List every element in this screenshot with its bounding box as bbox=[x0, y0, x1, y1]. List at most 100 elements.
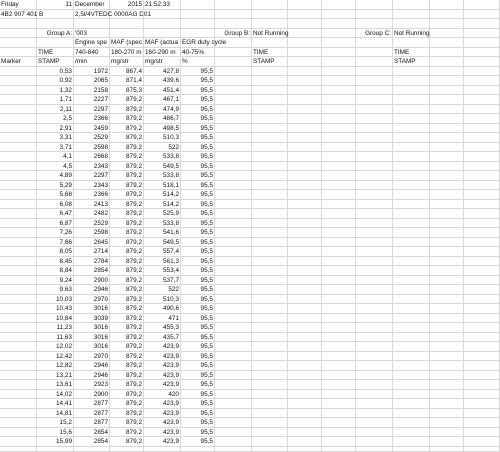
cell[interactable] bbox=[288, 266, 322, 276]
cell-timestamp[interactable]: 6,47 bbox=[37, 209, 74, 219]
cell-timestamp[interactable]: 4,5 bbox=[37, 161, 74, 171]
cell[interactable] bbox=[430, 104, 464, 114]
cell[interactable] bbox=[0, 209, 37, 219]
cell-egr-duty[interactable]: 95,5 bbox=[181, 370, 215, 380]
cell[interactable] bbox=[110, 28, 144, 38]
cell[interactable] bbox=[430, 76, 464, 86]
cell-engine-speed[interactable]: 2297 bbox=[74, 171, 110, 181]
cell[interactable] bbox=[288, 361, 322, 371]
cell[interactable] bbox=[430, 427, 464, 437]
cell-engine-speed[interactable]: 3016 bbox=[74, 332, 110, 342]
cell[interactable] bbox=[215, 19, 252, 29]
cell-timestamp[interactable]: 9,24 bbox=[37, 275, 74, 285]
cell[interactable] bbox=[356, 152, 393, 162]
cell-maf-specified[interactable]: 879,2 bbox=[110, 304, 144, 314]
cell[interactable] bbox=[464, 218, 500, 228]
cell[interactable] bbox=[288, 342, 322, 352]
cell[interactable] bbox=[430, 114, 464, 124]
cell[interactable] bbox=[464, 28, 500, 38]
cell-egr-duty[interactable]: 95,5 bbox=[181, 76, 215, 86]
cell[interactable] bbox=[322, 114, 356, 124]
cell-maf-actual[interactable]: 423,9 bbox=[144, 427, 181, 437]
cell[interactable] bbox=[393, 275, 430, 285]
cell[interactable] bbox=[356, 313, 393, 323]
cell[interactable] bbox=[356, 275, 393, 285]
cell-maf-actual[interactable]: 423,9 bbox=[144, 342, 181, 352]
cell[interactable] bbox=[322, 95, 356, 105]
cell[interactable] bbox=[252, 161, 288, 171]
cell-timestamp[interactable]: 7,26 bbox=[37, 228, 74, 238]
cell-maf-actual[interactable]: 455,3 bbox=[144, 323, 181, 333]
cell[interactable] bbox=[430, 85, 464, 95]
cell[interactable] bbox=[215, 209, 252, 219]
cell[interactable] bbox=[215, 408, 252, 418]
cell[interactable] bbox=[0, 408, 37, 418]
cell[interactable] bbox=[215, 256, 252, 266]
cell-day-number[interactable]: 11 bbox=[37, 0, 74, 10]
cell[interactable] bbox=[356, 190, 393, 200]
cell-egr-duty[interactable]: 95,5 bbox=[181, 66, 215, 76]
cell-timestamp[interactable]: 8,45 bbox=[37, 256, 74, 266]
cell[interactable] bbox=[0, 445, 37, 452]
cell-maf-actual-range[interactable]: 160-290 m bbox=[144, 47, 181, 57]
cell[interactable] bbox=[464, 152, 500, 162]
cell[interactable] bbox=[252, 351, 288, 361]
cell-maf-specified[interactable]: 879,2 bbox=[110, 342, 144, 352]
cell[interactable] bbox=[252, 95, 288, 105]
cell-maf-spec-unit[interactable]: mg/str bbox=[110, 57, 144, 67]
cell-timestamp[interactable]: 0,92 bbox=[37, 76, 74, 86]
cell[interactable] bbox=[464, 133, 500, 143]
cell[interactable] bbox=[322, 161, 356, 171]
cell[interactable] bbox=[430, 9, 464, 19]
cell[interactable] bbox=[288, 313, 322, 323]
cell-timestamp[interactable]: 2,11 bbox=[37, 104, 74, 114]
cell[interactable] bbox=[464, 171, 500, 181]
cell[interactable] bbox=[288, 408, 322, 418]
cell[interactable] bbox=[252, 323, 288, 333]
cell[interactable] bbox=[215, 9, 252, 19]
cell[interactable] bbox=[322, 171, 356, 181]
cell-maf-specified[interactable]: 879,2 bbox=[110, 266, 144, 276]
cell[interactable] bbox=[356, 445, 393, 452]
cell[interactable] bbox=[322, 104, 356, 114]
cell-group-b-label[interactable]: Group B: bbox=[215, 28, 252, 38]
cell-timestamp[interactable]: 11,23 bbox=[37, 323, 74, 333]
cell[interactable] bbox=[322, 9, 356, 19]
cell[interactable] bbox=[0, 199, 37, 209]
cell[interactable] bbox=[393, 171, 430, 181]
cell[interactable] bbox=[464, 66, 500, 76]
cell[interactable] bbox=[356, 256, 393, 266]
cell[interactable] bbox=[464, 285, 500, 295]
cell[interactable] bbox=[356, 133, 393, 143]
cell-maf-specified[interactable]: 879,2 bbox=[110, 237, 144, 247]
cell[interactable] bbox=[356, 47, 393, 57]
cell-maf-actual[interactable]: 423,9 bbox=[144, 408, 181, 418]
cell-group-c-stamp-label[interactable]: STAMP bbox=[393, 57, 430, 67]
cell[interactable] bbox=[356, 218, 393, 228]
cell[interactable] bbox=[288, 209, 322, 219]
cell[interactable] bbox=[0, 275, 37, 285]
cell-egr-duty[interactable]: 95,5 bbox=[181, 408, 215, 418]
cell[interactable] bbox=[252, 142, 288, 152]
cell-timestamp[interactable]: 0,53 bbox=[37, 66, 74, 76]
cell-maf-specified[interactable]: 879,2 bbox=[110, 351, 144, 361]
cell[interactable] bbox=[464, 161, 500, 171]
cell[interactable] bbox=[252, 190, 288, 200]
cell-time-label[interactable]: TIME bbox=[37, 47, 74, 57]
cell-maf-specified[interactable]: 879,2 bbox=[110, 161, 144, 171]
cell[interactable] bbox=[393, 85, 430, 95]
cell[interactable] bbox=[74, 19, 110, 29]
cell-engine-speed[interactable]: 2598 bbox=[74, 228, 110, 238]
cell-timestamp[interactable]: 13,21 bbox=[37, 370, 74, 380]
cell[interactable] bbox=[393, 256, 430, 266]
cell[interactable] bbox=[430, 361, 464, 371]
cell[interactable] bbox=[393, 342, 430, 352]
cell[interactable] bbox=[215, 285, 252, 295]
cell[interactable] bbox=[252, 247, 288, 257]
cell[interactable] bbox=[252, 180, 288, 190]
cell[interactable] bbox=[252, 380, 288, 390]
cell[interactable] bbox=[215, 218, 252, 228]
cell[interactable] bbox=[464, 9, 500, 19]
cell-egr-duty[interactable]: 95,5 bbox=[181, 304, 215, 314]
cell[interactable] bbox=[252, 342, 288, 352]
